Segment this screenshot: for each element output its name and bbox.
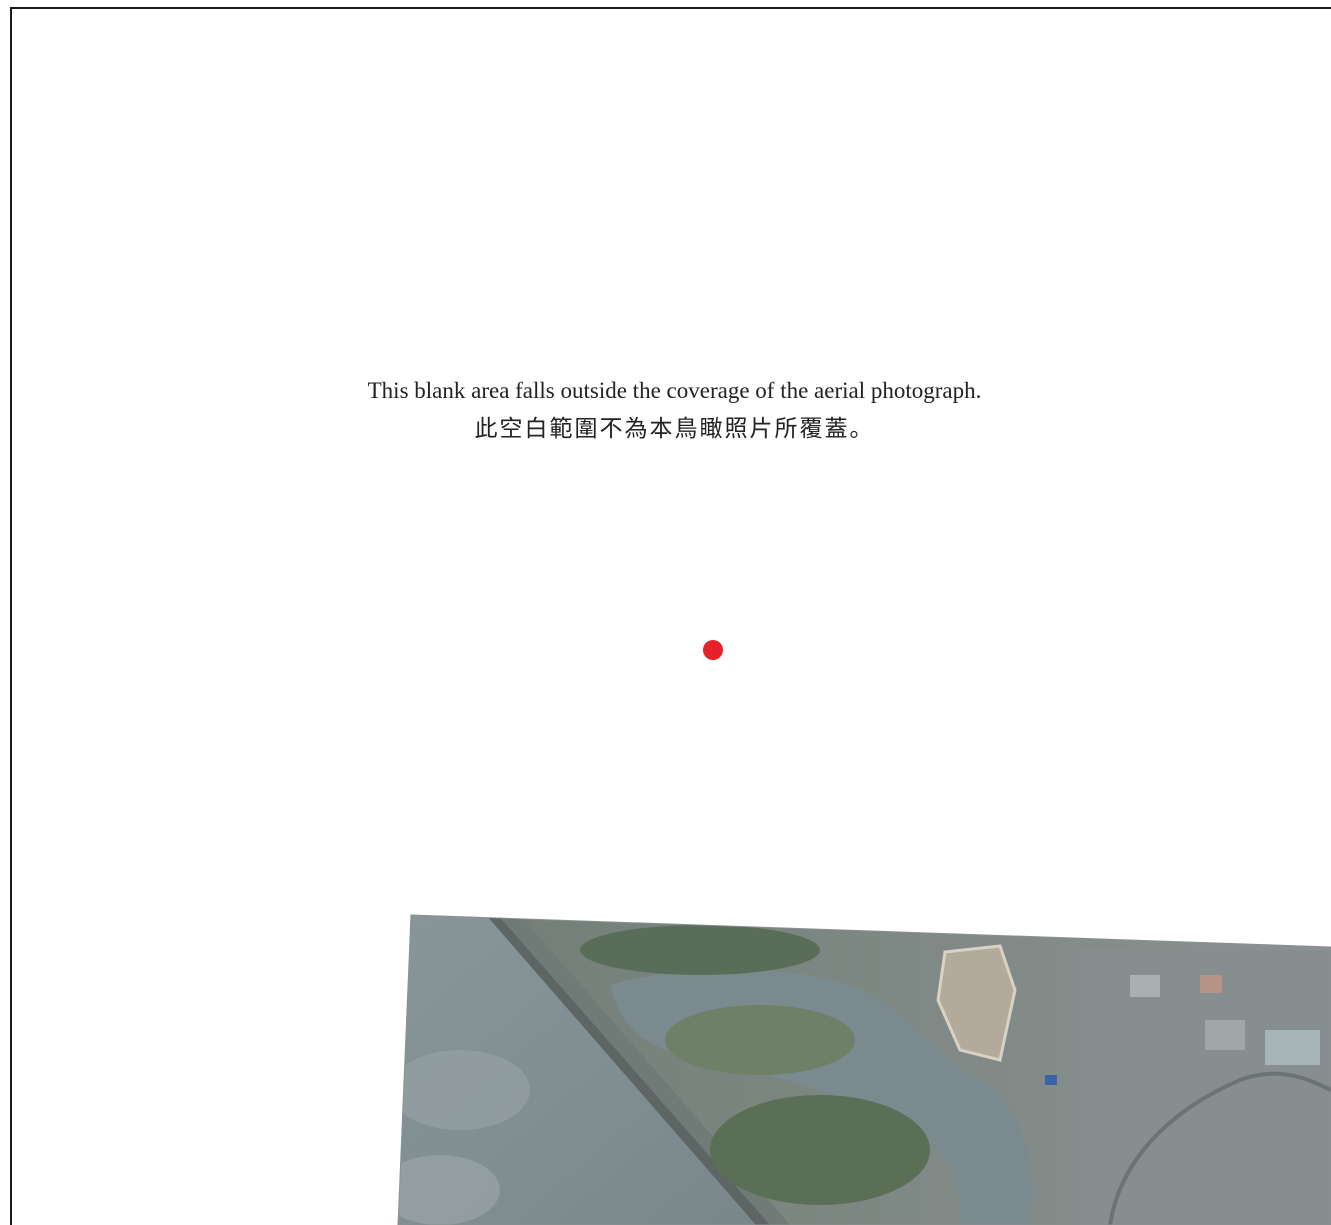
building-roof bbox=[1200, 975, 1222, 993]
building-roof bbox=[1265, 1030, 1320, 1065]
building-roof bbox=[1205, 1020, 1245, 1050]
tree-cluster bbox=[710, 1095, 930, 1205]
aerial-photograph[interactable] bbox=[0, 0, 1331, 1225]
haze bbox=[398, 1050, 530, 1130]
aerial-photo-content bbox=[398, 915, 1331, 1225]
marsh-island bbox=[665, 1005, 855, 1075]
aerial-map-page: This blank area falls outside the covera… bbox=[0, 0, 1331, 1225]
building-roof bbox=[1130, 975, 1160, 997]
tree-belt bbox=[580, 925, 820, 975]
blue-roof bbox=[1045, 1075, 1057, 1085]
